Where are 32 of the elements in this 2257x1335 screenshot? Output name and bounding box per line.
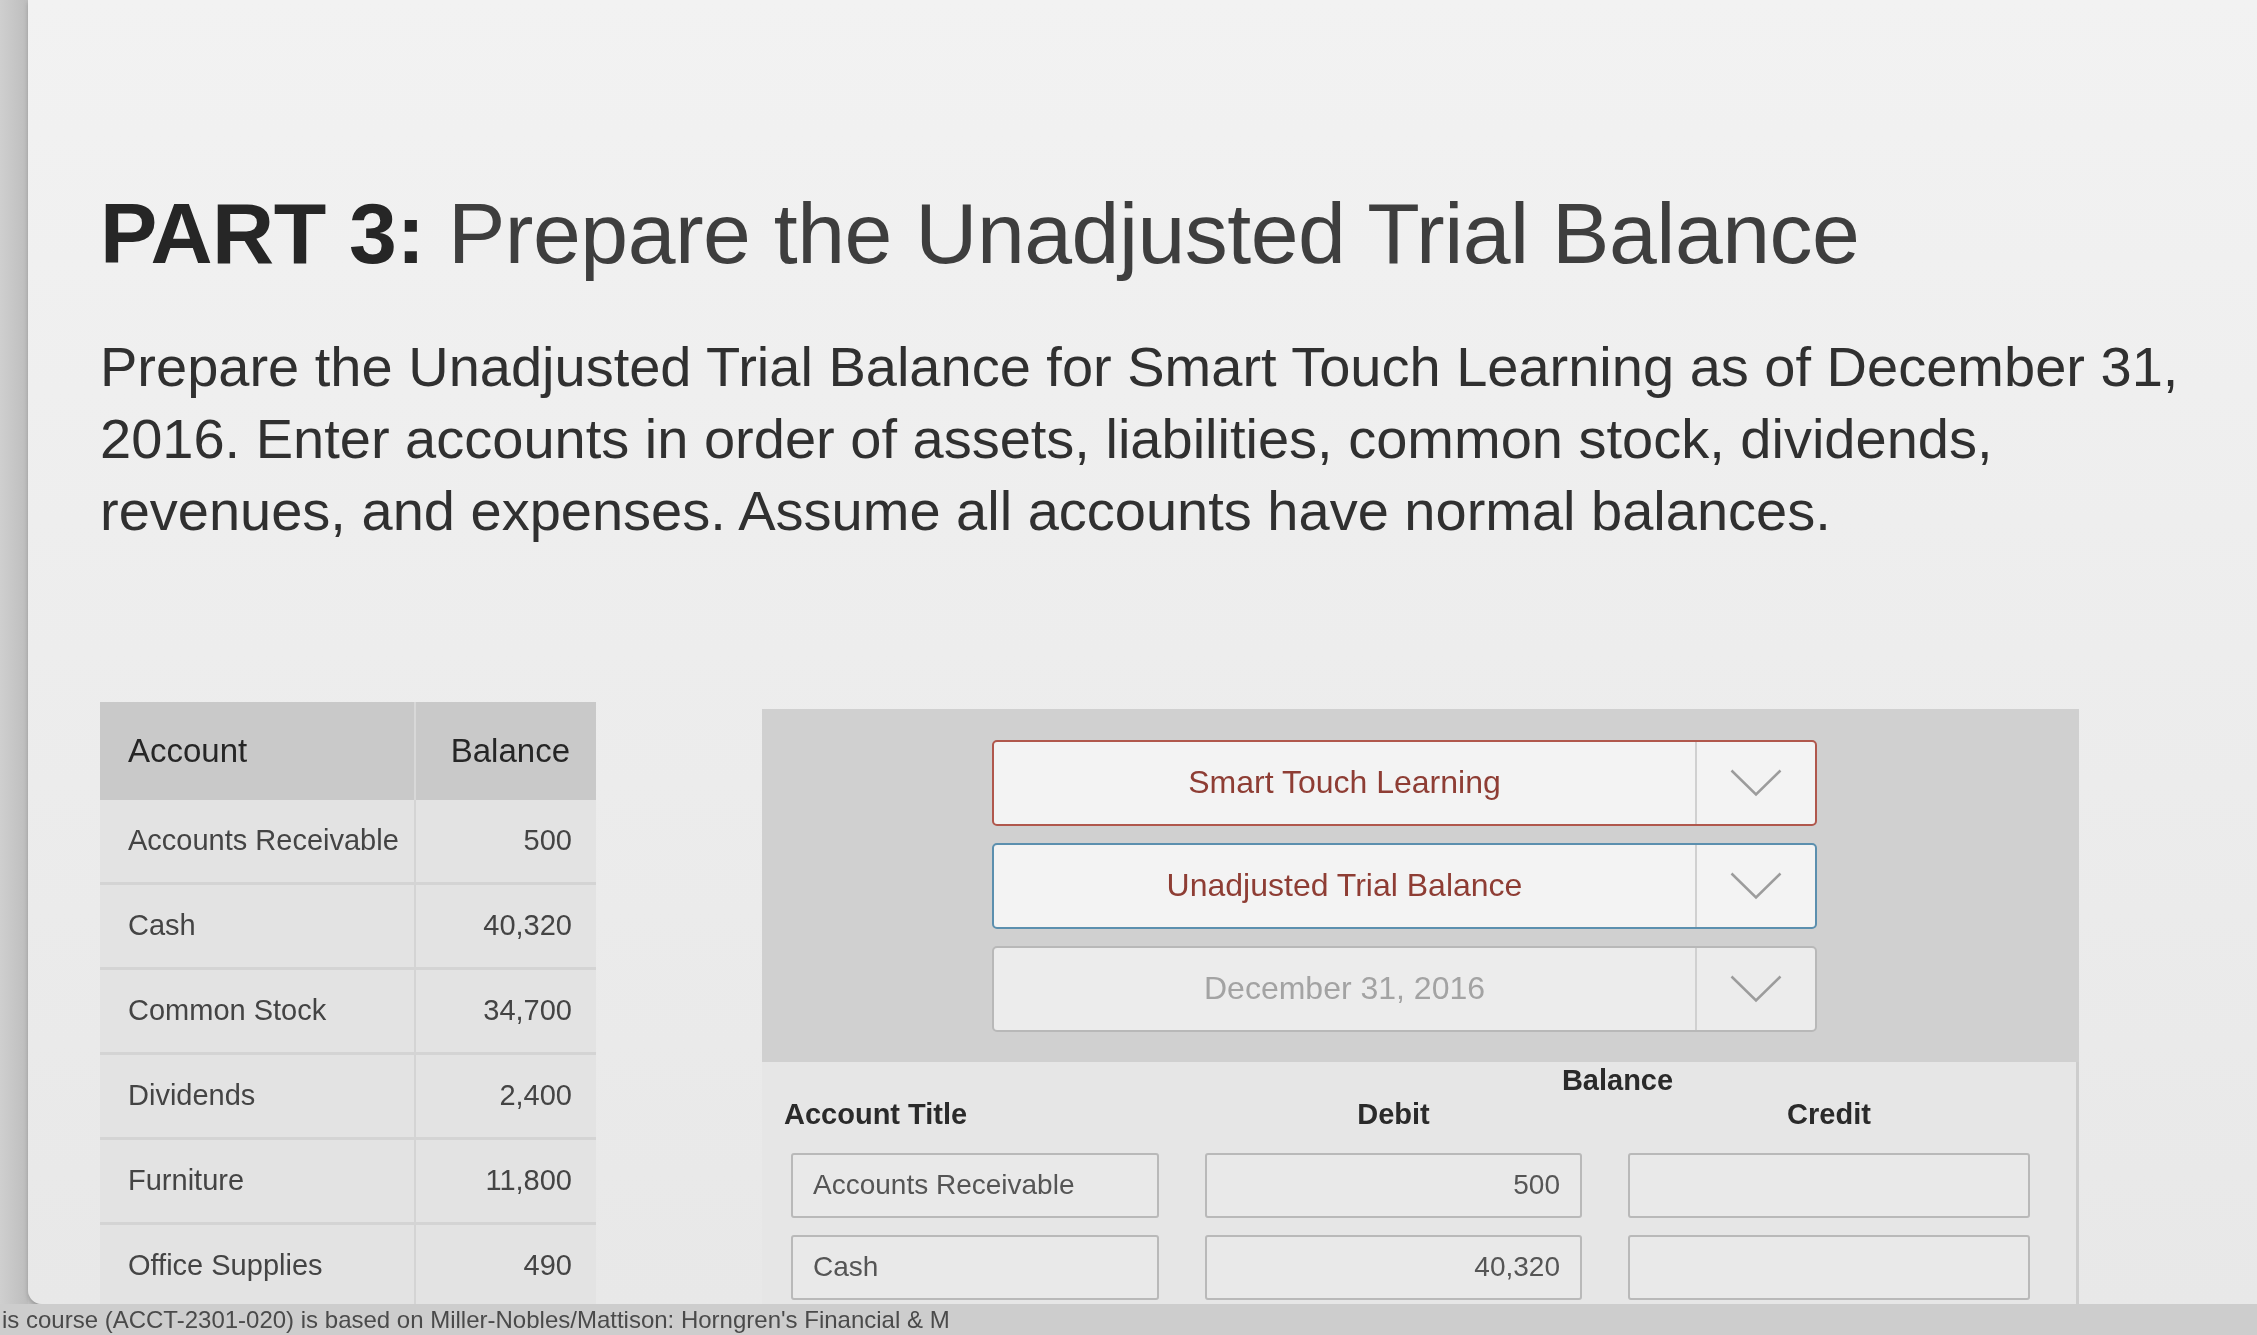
dropdown[interactable]: Smart Touch Learning [992, 739, 1817, 826]
chevron-down-icon [1730, 769, 1782, 797]
column-header: Balance [416, 701, 596, 800]
input-field[interactable]: Cash [791, 1234, 1159, 1300]
table-cell: 34,700 [416, 969, 596, 1055]
chevron-down-icon [1730, 975, 1782, 1003]
input-field[interactable]: Accounts Receivable [791, 1152, 1159, 1218]
input-field[interactable] [1628, 1152, 2030, 1218]
table-cell: Dividends [100, 1054, 416, 1140]
group-header: Balance [1561, 1062, 1674, 1097]
chevron-down-icon [1730, 872, 1782, 900]
page-title: PART 3: Prepare the Unadjusted Trial Balance [100, 184, 1861, 283]
instructions-text: Prepare the Unadjusted Trial Balance for Smart Touch Learning as of December 31, 2016. Enter accounts in order of assets, liabilities, common stock, dividends, revenues, and expenses. Assume all accounts have normal balances. [100, 333, 2180, 544]
column-header: Credit [1787, 1096, 1871, 1131]
dropdown[interactable]: Unadjusted Trial Balance [992, 842, 1817, 929]
column-header: Account Title [784, 1096, 968, 1131]
input-field[interactable] [1628, 1234, 2030, 1300]
table-cell: 500 [416, 799, 596, 885]
column-header: Account [100, 701, 416, 800]
table-cell: Cash [100, 884, 416, 970]
column-header: Debit [1357, 1096, 1430, 1131]
table-cell: Common Stock [100, 969, 416, 1055]
footer-text: is course (ACCT-2301-020) is based on Miller-Nobles/Mattison: Horngren's Financial & M [1, 1305, 950, 1335]
table-cell: Office Supplies [100, 1224, 416, 1304]
table-cell: Accounts Receivable [100, 799, 416, 885]
table-cell: Furniture [100, 1139, 416, 1225]
table-cell: 490 [416, 1224, 596, 1304]
input-field[interactable]: 500 [1205, 1152, 1582, 1218]
table-cell: 40,320 [416, 884, 596, 970]
input-field[interactable]: 40,320 [1205, 1234, 1582, 1300]
table-cell: 2,400 [416, 1054, 596, 1140]
table-cell: 11,800 [416, 1139, 596, 1225]
